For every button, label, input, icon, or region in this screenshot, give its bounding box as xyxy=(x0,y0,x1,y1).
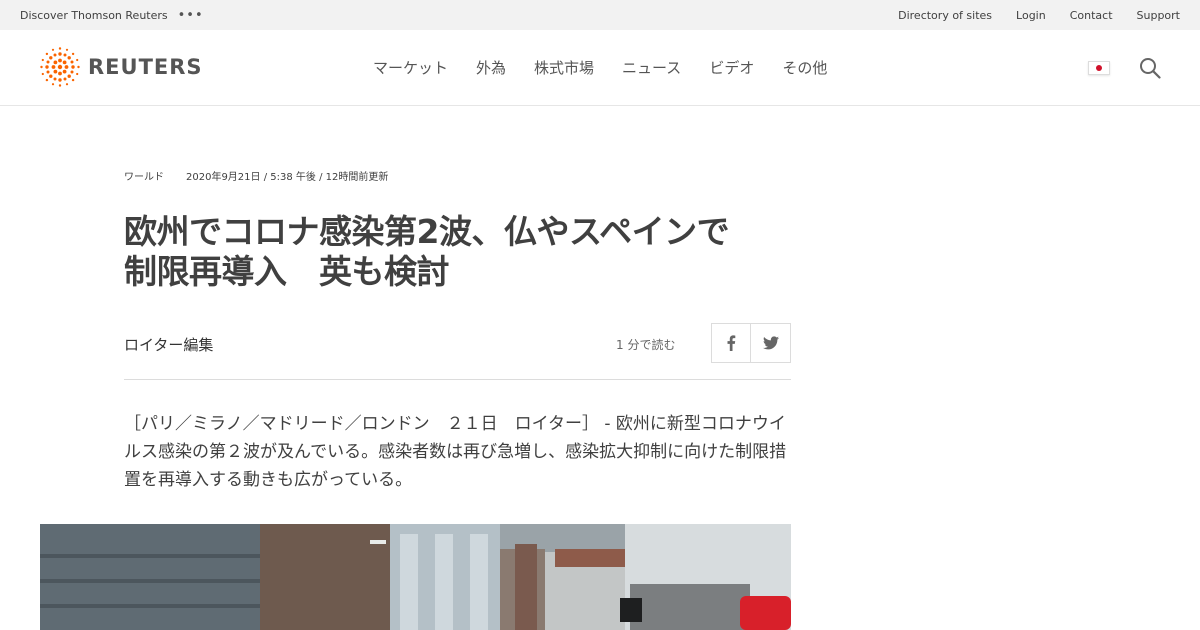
timestamp: 2020年9月21日 / 5:38 午後 / 12時間前更新 xyxy=(186,172,389,183)
reuters-logo[interactable]: REUTERS xyxy=(40,47,203,87)
main-nav: マーケット 外為 株式市場 ニュース ビデオ その他 xyxy=(373,30,827,105)
article-headline: 欧州でコロナ感染第2波、仏やスペインで 制限再導入 英も検討 xyxy=(124,212,804,291)
facebook-share-button[interactable] xyxy=(711,323,751,363)
login-link[interactable]: Login xyxy=(1016,9,1046,22)
utility-bar: Discover Thomson Reuters ••• Directory o… xyxy=(0,0,1200,30)
nav-item-forex[interactable]: 外為 xyxy=(476,57,506,78)
directory-of-sites-link[interactable]: Directory of sites xyxy=(898,9,992,22)
site-header: REUTERS マーケット 外為 株式市場 ニュース ビデオ その他 xyxy=(0,30,1200,106)
byline-row: ロイター編集 1 分で読む xyxy=(124,323,791,380)
article-photo xyxy=(40,524,791,630)
support-link[interactable]: Support xyxy=(1137,9,1180,22)
logo-wordmark: REUTERS xyxy=(88,55,203,79)
section-label[interactable]: ワールド xyxy=(124,168,164,183)
article-meta: ワールド 2020年9月21日 / 5:38 午後 / 12時間前更新 xyxy=(124,168,388,183)
japan-flag-icon[interactable] xyxy=(1088,61,1110,75)
article-body: ［パリ／ミラノ／マドリード／ロンドン ２１日 ロイター］ - 欧州に新型コロナウ… xyxy=(124,414,787,490)
contact-link[interactable]: Contact xyxy=(1070,9,1113,22)
twitter-icon xyxy=(762,336,779,350)
utility-links: Directory of sites Login Contact Support xyxy=(898,0,1180,30)
more-icon[interactable]: ••• xyxy=(178,9,204,22)
read-time: 1 分で読む xyxy=(616,338,676,352)
headline-line-2: 制限再導入 英も検討 xyxy=(124,251,450,291)
discover-link[interactable]: Discover Thomson Reuters xyxy=(20,9,168,22)
nav-item-video[interactable]: ビデオ xyxy=(709,57,754,78)
city-street-photo xyxy=(40,524,791,630)
nav-item-markets[interactable]: マーケット xyxy=(373,57,448,78)
twitter-share-button[interactable] xyxy=(751,323,791,363)
nav-item-news[interactable]: ニュース xyxy=(622,57,681,78)
utility-left: Discover Thomson Reuters ••• xyxy=(20,0,204,30)
search-icon[interactable] xyxy=(1139,57,1161,83)
byline: ロイター編集 xyxy=(124,336,214,354)
share-buttons xyxy=(711,323,791,363)
headline-line-1: 欧州でコロナ感染第2波、仏やスペインで xyxy=(124,212,730,251)
reuters-logo-icon xyxy=(40,47,80,87)
nav-item-more[interactable]: その他 xyxy=(782,57,827,78)
nav-item-stocks[interactable]: 株式市場 xyxy=(534,57,594,78)
facebook-icon xyxy=(727,335,736,351)
